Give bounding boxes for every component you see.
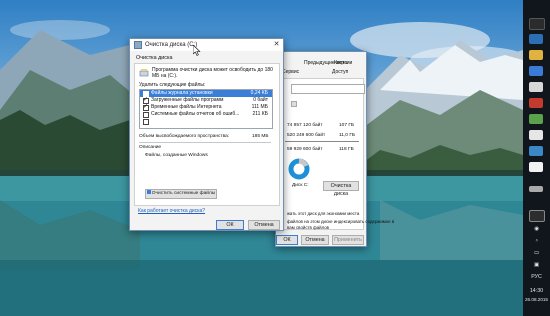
index-option-text: файлов на этом диске индексировать содер…	[287, 219, 395, 224]
notification-icon[interactable]: ▣	[523, 262, 550, 268]
battery-icon[interactable]: ▭	[523, 250, 550, 256]
drive-type-icon	[291, 101, 297, 107]
taskbar: ◉ ◔ ▭ ▣ РУС 14:30 26.08.2015	[523, 0, 550, 316]
tab-service[interactable]: Сервис	[282, 69, 299, 75]
tab-access[interactable]: Доступ	[332, 69, 348, 75]
folder-icon[interactable]	[529, 50, 543, 60]
help-link[interactable]: Как работает очистка диска?	[138, 208, 205, 214]
delete-files-label: Удалить следующие файлы:	[139, 82, 206, 88]
file-name-downloaded-programs[interactable]: Загруженные файлы программ	[151, 97, 223, 103]
file-size-setup-logs: 0,24 КБ	[250, 90, 268, 96]
disk-usage-donut	[288, 158, 310, 180]
start-icon[interactable]	[529, 18, 545, 30]
cleanup-system-files-label: Очистить системные файлы	[151, 191, 216, 196]
close-icon[interactable]: ✕	[271, 39, 282, 50]
cleanup-tab[interactable]: Очистка диска	[136, 55, 172, 61]
shield-icon	[146, 190, 151, 194]
drive-label: Диск C:	[292, 183, 309, 188]
file-name-setup-logs[interactable]: Файлы журнала установки	[151, 90, 213, 96]
app-icon-8[interactable]	[529, 162, 543, 172]
used-size: 107 ГБ	[339, 123, 355, 128]
file-name-error-reports[interactable]: Системные файлы отчетов об ошиб...	[151, 111, 239, 117]
checkbox-row-5[interactable]	[143, 119, 149, 125]
show-desktop-icon[interactable]	[529, 210, 545, 222]
cleanup-tab-panel: Программа очистки диска может освободить…	[134, 63, 280, 206]
capacity-bytes: 59 929 600 байт	[287, 147, 323, 152]
free-size: 11,0 ГБ	[339, 133, 356, 138]
tab-quota[interactable]: Квота	[334, 60, 347, 66]
app-icon-3[interactable]	[529, 82, 543, 92]
drive-name-field[interactable]	[291, 84, 365, 94]
general-tab-panel: 74 957 120 байт 107 ГБ 520 249 600 байт …	[280, 78, 394, 230]
clock-time[interactable]: 14:30	[523, 288, 550, 294]
app-icon-6[interactable]	[529, 130, 543, 140]
file-size-internet-temp: 111 МБ	[251, 104, 268, 110]
app-icon-2[interactable]	[529, 66, 543, 76]
divider	[139, 142, 271, 143]
language-indicator[interactable]: РУС	[523, 274, 550, 280]
drive-cleanup-icon	[139, 69, 149, 77]
cleanup-title: Очистка диска (C:)	[145, 42, 198, 48]
index-option-text-2: вам свойств файлов	[287, 225, 329, 230]
properties-apply-button[interactable]: Применить	[332, 235, 364, 245]
free-bytes: 520 249 600 байт	[287, 133, 326, 138]
used-bytes: 74 957 120 байт	[287, 123, 323, 128]
mouse-cursor-icon	[193, 45, 201, 56]
cleanup-intro-text: Программа очистки диска может освободить…	[152, 67, 273, 79]
total-space-label: Объем высвобождаемого пространства:	[139, 134, 230, 139]
file-name-internet-temp[interactable]: Временные файлы Интернета	[151, 104, 222, 110]
app-icon-7[interactable]	[529, 146, 543, 156]
volume-icon[interactable]: ◔	[523, 238, 550, 244]
cleanup-ok-button[interactable]: ОК	[216, 220, 244, 230]
disk-cleanup-button[interactable]: Очистка диска	[323, 181, 359, 197]
capacity-size: 118 ГБ	[339, 147, 354, 152]
app-icon-5[interactable]	[529, 114, 543, 124]
checkbox-internet-temp[interactable]	[143, 103, 149, 111]
properties-dialog: Предыдущие версии Квота Сервис Доступ 74…	[275, 51, 394, 247]
separator	[285, 141, 359, 142]
clock-date[interactable]: 26.08.2015	[523, 297, 550, 302]
description-text: Файлы, созданные Windows	[145, 153, 208, 158]
properties-cancel-button[interactable]: Отмена	[301, 235, 329, 245]
disk-cleanup-icon	[134, 41, 142, 49]
properties-ok-button[interactable]: ОК	[276, 235, 298, 245]
file-size-downloaded-programs: 0 байт	[253, 97, 268, 103]
compress-option-text: жать этот диск для экономии места	[287, 211, 360, 216]
cleanup-cancel-button[interactable]: Отмена	[248, 220, 280, 230]
description-label: Описание	[139, 145, 162, 150]
app-icon-4[interactable]	[529, 98, 543, 108]
file-size-error-reports: 211 КБ	[252, 111, 268, 117]
cleanup-system-files-button[interactable]: Очистить системные файлы	[145, 189, 217, 199]
files-list: Файлы журнала установки 0,24 КБ Загружен…	[139, 89, 273, 129]
checkbox-error-reports[interactable]	[143, 112, 149, 118]
app-icon-1[interactable]	[529, 34, 543, 44]
total-space-value: 185 МБ	[252, 134, 269, 139]
network-icon[interactable]: ◉	[523, 226, 550, 232]
disk-cleanup-dialog: Очистка диска (C:) ✕ Очистка диска Прогр…	[129, 38, 284, 231]
app-icon-9[interactable]	[529, 186, 543, 192]
cleanup-titlebar[interactable]: Очистка диска (C:)	[130, 39, 283, 51]
